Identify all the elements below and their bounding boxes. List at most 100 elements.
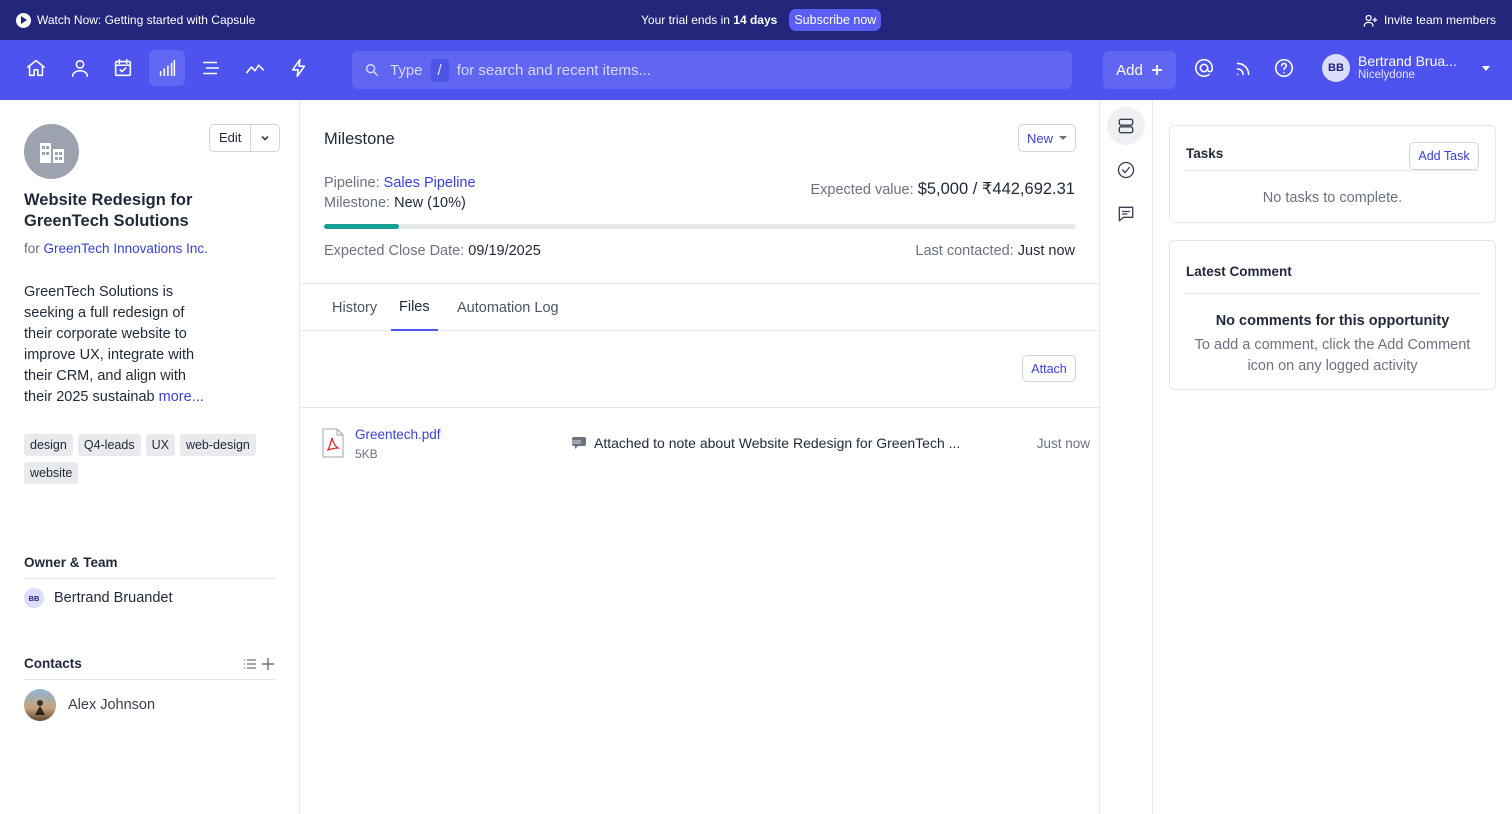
file-note[interactable]: Attached to note about Website Redesign … xyxy=(572,435,960,451)
tag[interactable]: design xyxy=(24,434,73,456)
tag[interactable]: website xyxy=(24,462,79,484)
plus-icon[interactable] xyxy=(261,657,275,671)
nav-reports[interactable] xyxy=(237,50,273,86)
help-icon xyxy=(1274,58,1294,78)
milestone-status-dropdown[interactable]: New xyxy=(1018,124,1076,152)
add-button[interactable]: Add xyxy=(1103,51,1176,89)
search-bar[interactable]: Type / for search and recent items... xyxy=(352,51,1072,89)
owner-row: BB Bertrand Bruandet xyxy=(24,588,173,608)
bar-chart-icon xyxy=(159,59,176,77)
comment-icon xyxy=(1118,206,1134,222)
opportunity-summary: Edit Website Redesign for GreenTech Solu… xyxy=(0,100,300,814)
add-label: Add xyxy=(1116,61,1143,79)
nav-feed[interactable] xyxy=(1226,50,1262,86)
list-icon[interactable] xyxy=(243,657,257,671)
lightning-icon xyxy=(291,58,306,78)
attach-button[interactable]: Attach xyxy=(1022,355,1076,382)
rail-overview-button[interactable] xyxy=(1107,107,1145,145)
edit-menu-button[interactable] xyxy=(251,125,279,151)
trial-notice: Your trial ends in 14 days Subscribe now xyxy=(641,0,882,40)
edit-button[interactable]: Edit xyxy=(210,125,252,151)
tag[interactable]: Q4-leads xyxy=(77,434,141,456)
subscribe-button[interactable]: Subscribe now xyxy=(789,9,882,31)
close-date-label: Expected Close Date: xyxy=(324,243,465,259)
file-name-link[interactable]: Greentech.pdf xyxy=(355,427,441,442)
tasks-empty-text: No tasks to complete. xyxy=(1262,190,1403,206)
contacts-title: Contacts xyxy=(24,656,82,671)
trial-prefix: Your trial ends in xyxy=(641,13,730,27)
tag-list: design Q4-leads UX web-design website xyxy=(24,434,274,484)
opportunity-name: Website Redesign for GreenTech Solutions xyxy=(24,191,193,230)
for-prefix: for xyxy=(24,241,40,256)
nav-sales[interactable] xyxy=(149,50,185,86)
organisation-avatar xyxy=(24,124,79,179)
rail-comments-button[interactable] xyxy=(1107,195,1145,233)
contact-row[interactable]: Alex Johnson xyxy=(24,689,155,721)
nav-projects[interactable] xyxy=(193,50,229,86)
nav-calendar[interactable] xyxy=(105,50,141,86)
files-divider xyxy=(300,407,1100,408)
search-placeholder: for search and recent items... xyxy=(456,61,651,79)
nav-workflows[interactable] xyxy=(281,50,317,86)
chevron-down-icon xyxy=(261,135,269,141)
nav-people[interactable] xyxy=(62,50,98,86)
organisation-link[interactable]: GreenTech Innovations Inc. xyxy=(44,241,208,256)
expected-value: Expected value: $5,000 / ₹442,692.31 xyxy=(810,179,1075,199)
edit-button-group: Edit xyxy=(209,124,281,152)
tab-automation-log[interactable]: Automation Log xyxy=(449,284,567,331)
file-note-text: Attached to note about Website Redesign … xyxy=(594,435,961,451)
caret-down-icon xyxy=(1059,136,1067,140)
user-org: Nicelydone xyxy=(1358,69,1415,82)
expected-close-date: Expected Close Date: 09/19/2025 xyxy=(324,243,541,259)
stack-icon xyxy=(1118,118,1134,134)
calendar-icon xyxy=(114,58,132,77)
tag[interactable]: web-design xyxy=(179,434,256,456)
milestone-status: New xyxy=(1026,130,1053,146)
description-text: GreenTech Solutions is seeking a full re… xyxy=(24,284,195,405)
tasks-divider xyxy=(1186,170,1479,171)
trial-text: Your trial ends in 14 days xyxy=(641,13,777,27)
contact-name: Alex Johnson xyxy=(68,697,156,713)
person-photo-icon xyxy=(35,700,45,715)
invite-team-button[interactable]: Invite team members xyxy=(1363,0,1496,40)
show-more-link[interactable]: more... xyxy=(159,389,204,405)
user-avatar: BB xyxy=(1322,54,1350,83)
milestone-title: Milestone xyxy=(324,130,395,148)
pipeline-link[interactable]: Sales Pipeline xyxy=(384,175,476,191)
owner-avatar: BB xyxy=(24,588,44,608)
nav-mentions[interactable] xyxy=(1186,50,1222,86)
rail-tasks-button[interactable] xyxy=(1107,151,1145,189)
search-slash-key: / xyxy=(430,58,449,82)
watch-now-link[interactable]: Watch Now: Getting started with Capsule xyxy=(16,12,256,28)
detail-tabs: History Files Automation Log xyxy=(300,283,1100,331)
at-sign-icon xyxy=(1194,59,1214,77)
contacts-actions xyxy=(243,657,275,671)
file-row[interactable]: Greentech.pdf 5KB Attached to note about… xyxy=(300,422,1100,466)
owner-name: Bertrand Bruandet xyxy=(54,590,173,606)
add-task-button[interactable]: Add Task xyxy=(1409,142,1479,170)
contacts-heading: Contacts xyxy=(24,656,275,680)
last-contacted: Last contacted: Just now xyxy=(915,243,1075,259)
pdf-file-icon xyxy=(322,428,344,463)
chevron-down-icon[interactable] xyxy=(1482,66,1490,71)
search-type-text: Type xyxy=(390,61,423,79)
last-contacted-value: Just now xyxy=(1017,243,1075,259)
milestone-label: Milestone: xyxy=(324,195,391,211)
opportunity-detail: Milestone New Pipeline: Sales Pipeline M… xyxy=(300,100,1100,814)
watch-now-label: Watch Now: Getting started with Capsule xyxy=(37,13,256,27)
person-icon xyxy=(71,59,89,78)
comment-divider xyxy=(1186,293,1479,294)
nav-home[interactable] xyxy=(18,50,54,86)
opportunity-description: GreenTech Solutions is seeking a full re… xyxy=(24,282,214,408)
tab-files[interactable]: Files xyxy=(391,284,438,331)
file-time: Just now xyxy=(1036,436,1090,451)
user-menu[interactable]: BB Bertrand Brua... Nicelydone xyxy=(1322,53,1457,83)
tab-history[interactable]: History xyxy=(324,284,385,331)
pipeline-info: Pipeline: Sales Pipeline Milestone: New … xyxy=(324,173,476,213)
tag[interactable]: UX xyxy=(145,434,175,456)
user-details: Bertrand Brua... Nicelydone xyxy=(1358,53,1457,82)
pipeline-row: Pipeline: Sales Pipeline xyxy=(324,173,476,193)
nav-help[interactable] xyxy=(1266,50,1302,86)
tasks-title: Tasks xyxy=(1186,146,1224,161)
milestone-progress-fill xyxy=(324,224,400,229)
